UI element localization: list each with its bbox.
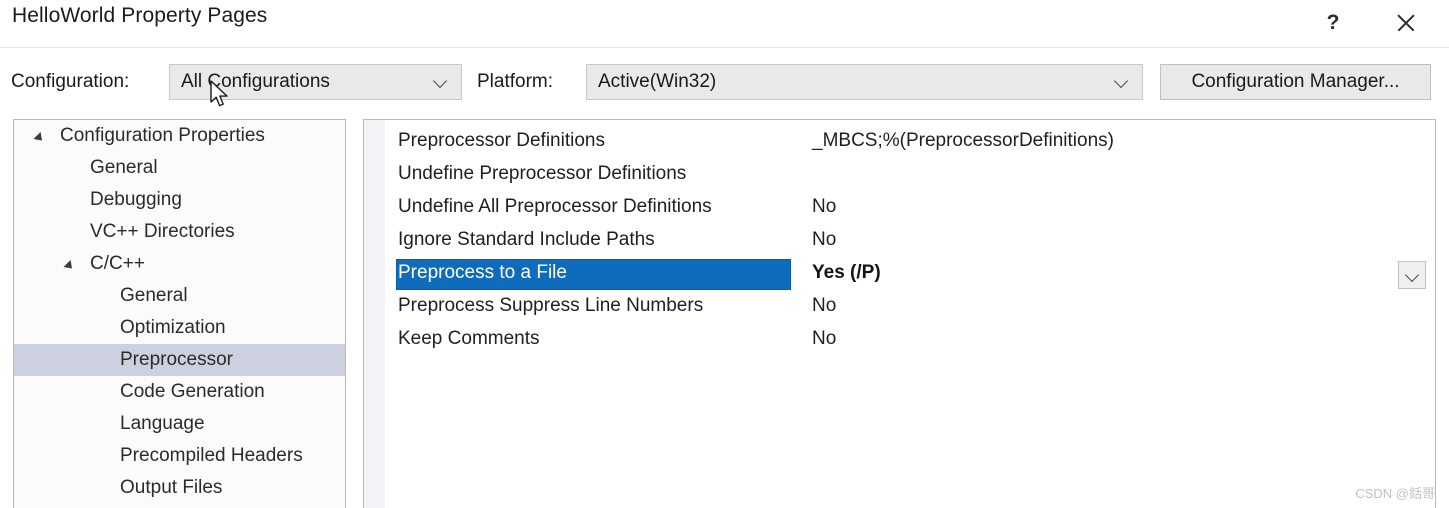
tree-item-label: Optimization — [120, 317, 226, 338]
tree-item-label: Configuration Properties — [60, 125, 265, 146]
tree-item-general[interactable]: General — [14, 152, 345, 184]
tree-item-general[interactable]: General — [14, 280, 345, 312]
tree-item-language[interactable]: Language — [14, 408, 345, 440]
tree-item-label: Precompiled Headers — [120, 445, 303, 466]
tree-item-output-files[interactable]: Output Files — [14, 472, 345, 504]
property-name: Preprocessor Definitions — [398, 130, 605, 151]
configuration-label: Configuration: — [11, 71, 130, 92]
tree-item-configuration-properties[interactable]: Configuration Properties — [14, 120, 345, 152]
property-name: Undefine Preprocessor Definitions — [398, 163, 687, 184]
tree-item-label: Browse Information — [120, 504, 284, 508]
property-tree-panel[interactable]: Configuration Properties General Debugging… — [13, 119, 346, 508]
property-row[interactable]: Preprocess Suppress Line Numbers No — [385, 292, 1435, 325]
window-title: HelloWorld Property Pages — [12, 4, 268, 27]
tree-item-label: Output Files — [120, 477, 223, 498]
tree-item-c-c[interactable]: C/C++ — [14, 248, 345, 280]
value-dropdown-button[interactable] — [1398, 261, 1426, 289]
configuration-toolbar: Configuration: All Configurations Platfo… — [0, 49, 1449, 115]
csdn-watermark: CSDN @銛哥 — [1355, 486, 1435, 501]
property-row[interactable]: Keep Comments No — [385, 325, 1435, 358]
close-icon — [1395, 12, 1417, 34]
tree-item-label: VC++ Directories — [90, 221, 235, 242]
tree-item-label: Debugging — [90, 189, 182, 210]
tree-item-label: General — [90, 157, 158, 178]
chevron-down-icon — [434, 76, 449, 85]
property-name: Preprocess Suppress Line Numbers — [398, 295, 704, 316]
property-value[interactable]: No — [812, 328, 836, 350]
tree-item-browse-information[interactable]: Browse Information — [14, 504, 345, 508]
tree-item-label: Code Generation — [120, 381, 265, 402]
configuration-manager-button[interactable]: Configuration Manager... — [1160, 64, 1431, 100]
tree-item-debugging[interactable]: Debugging — [14, 184, 345, 216]
property-grid-panel[interactable]: Preprocessor Definitions _MBCS;%(Preproce… — [363, 119, 1436, 508]
tree-item-preprocessor[interactable]: Preprocessor — [14, 344, 345, 376]
property-name: Preprocess to a File — [398, 262, 567, 283]
property-value[interactable]: No — [812, 229, 836, 251]
configuration-dropdown[interactable]: All Configurations — [169, 64, 462, 100]
tree-item-label: Language — [120, 413, 205, 434]
expander-triangle-icon[interactable] — [63, 259, 76, 273]
tree-item-label: C/C++ — [90, 253, 145, 274]
property-row[interactable]: Preprocess to a File Yes (/P) — [385, 259, 1435, 292]
close-button[interactable] — [1383, 0, 1429, 46]
property-name: Undefine All Preprocessor Definitions — [398, 196, 712, 217]
tree-item-vc-directories[interactable]: VC++ Directories — [14, 216, 345, 248]
property-name: Keep Comments — [398, 328, 540, 349]
question-mark-icon: ? — [1326, 11, 1340, 34]
tree-item-label: General — [120, 285, 188, 306]
help-button[interactable]: ? — [1310, 0, 1356, 46]
property-row[interactable]: Preprocessor Definitions _MBCS;%(Preproce… — [385, 127, 1435, 160]
configuration-dropdown-value: All Configurations — [181, 71, 330, 92]
property-row[interactable]: Undefine Preprocessor Definitions — [385, 160, 1435, 193]
property-value[interactable]: _MBCS;%(PreprocessorDefinitions) — [812, 130, 1114, 152]
title-bar: HelloWorld Property Pages ? — [0, 0, 1449, 48]
property-row[interactable]: Undefine All Preprocessor Definitions No — [385, 193, 1435, 226]
property-grid-gutter — [364, 120, 385, 508]
platform-dropdown[interactable]: Active(Win32) — [586, 64, 1143, 100]
chevron-down-icon — [1115, 76, 1130, 85]
platform-dropdown-value: Active(Win32) — [598, 71, 717, 92]
expander-triangle-icon[interactable] — [33, 131, 46, 145]
tree-item-optimization[interactable]: Optimization — [14, 312, 345, 344]
property-value[interactable]: Yes (/P) — [812, 262, 881, 284]
configuration-manager-label: Configuration Manager... — [1191, 71, 1400, 92]
property-name: Ignore Standard Include Paths — [398, 229, 655, 250]
tree-item-code-generation[interactable]: Code Generation — [14, 376, 345, 408]
property-value[interactable]: No — [812, 196, 836, 218]
tree-item-label: Preprocessor — [120, 349, 233, 370]
tree-item-precompiled-headers[interactable]: Precompiled Headers — [14, 440, 345, 472]
platform-label: Platform: — [477, 71, 554, 92]
property-row[interactable]: Ignore Standard Include Paths No — [385, 226, 1435, 259]
property-value[interactable]: No — [812, 295, 836, 317]
